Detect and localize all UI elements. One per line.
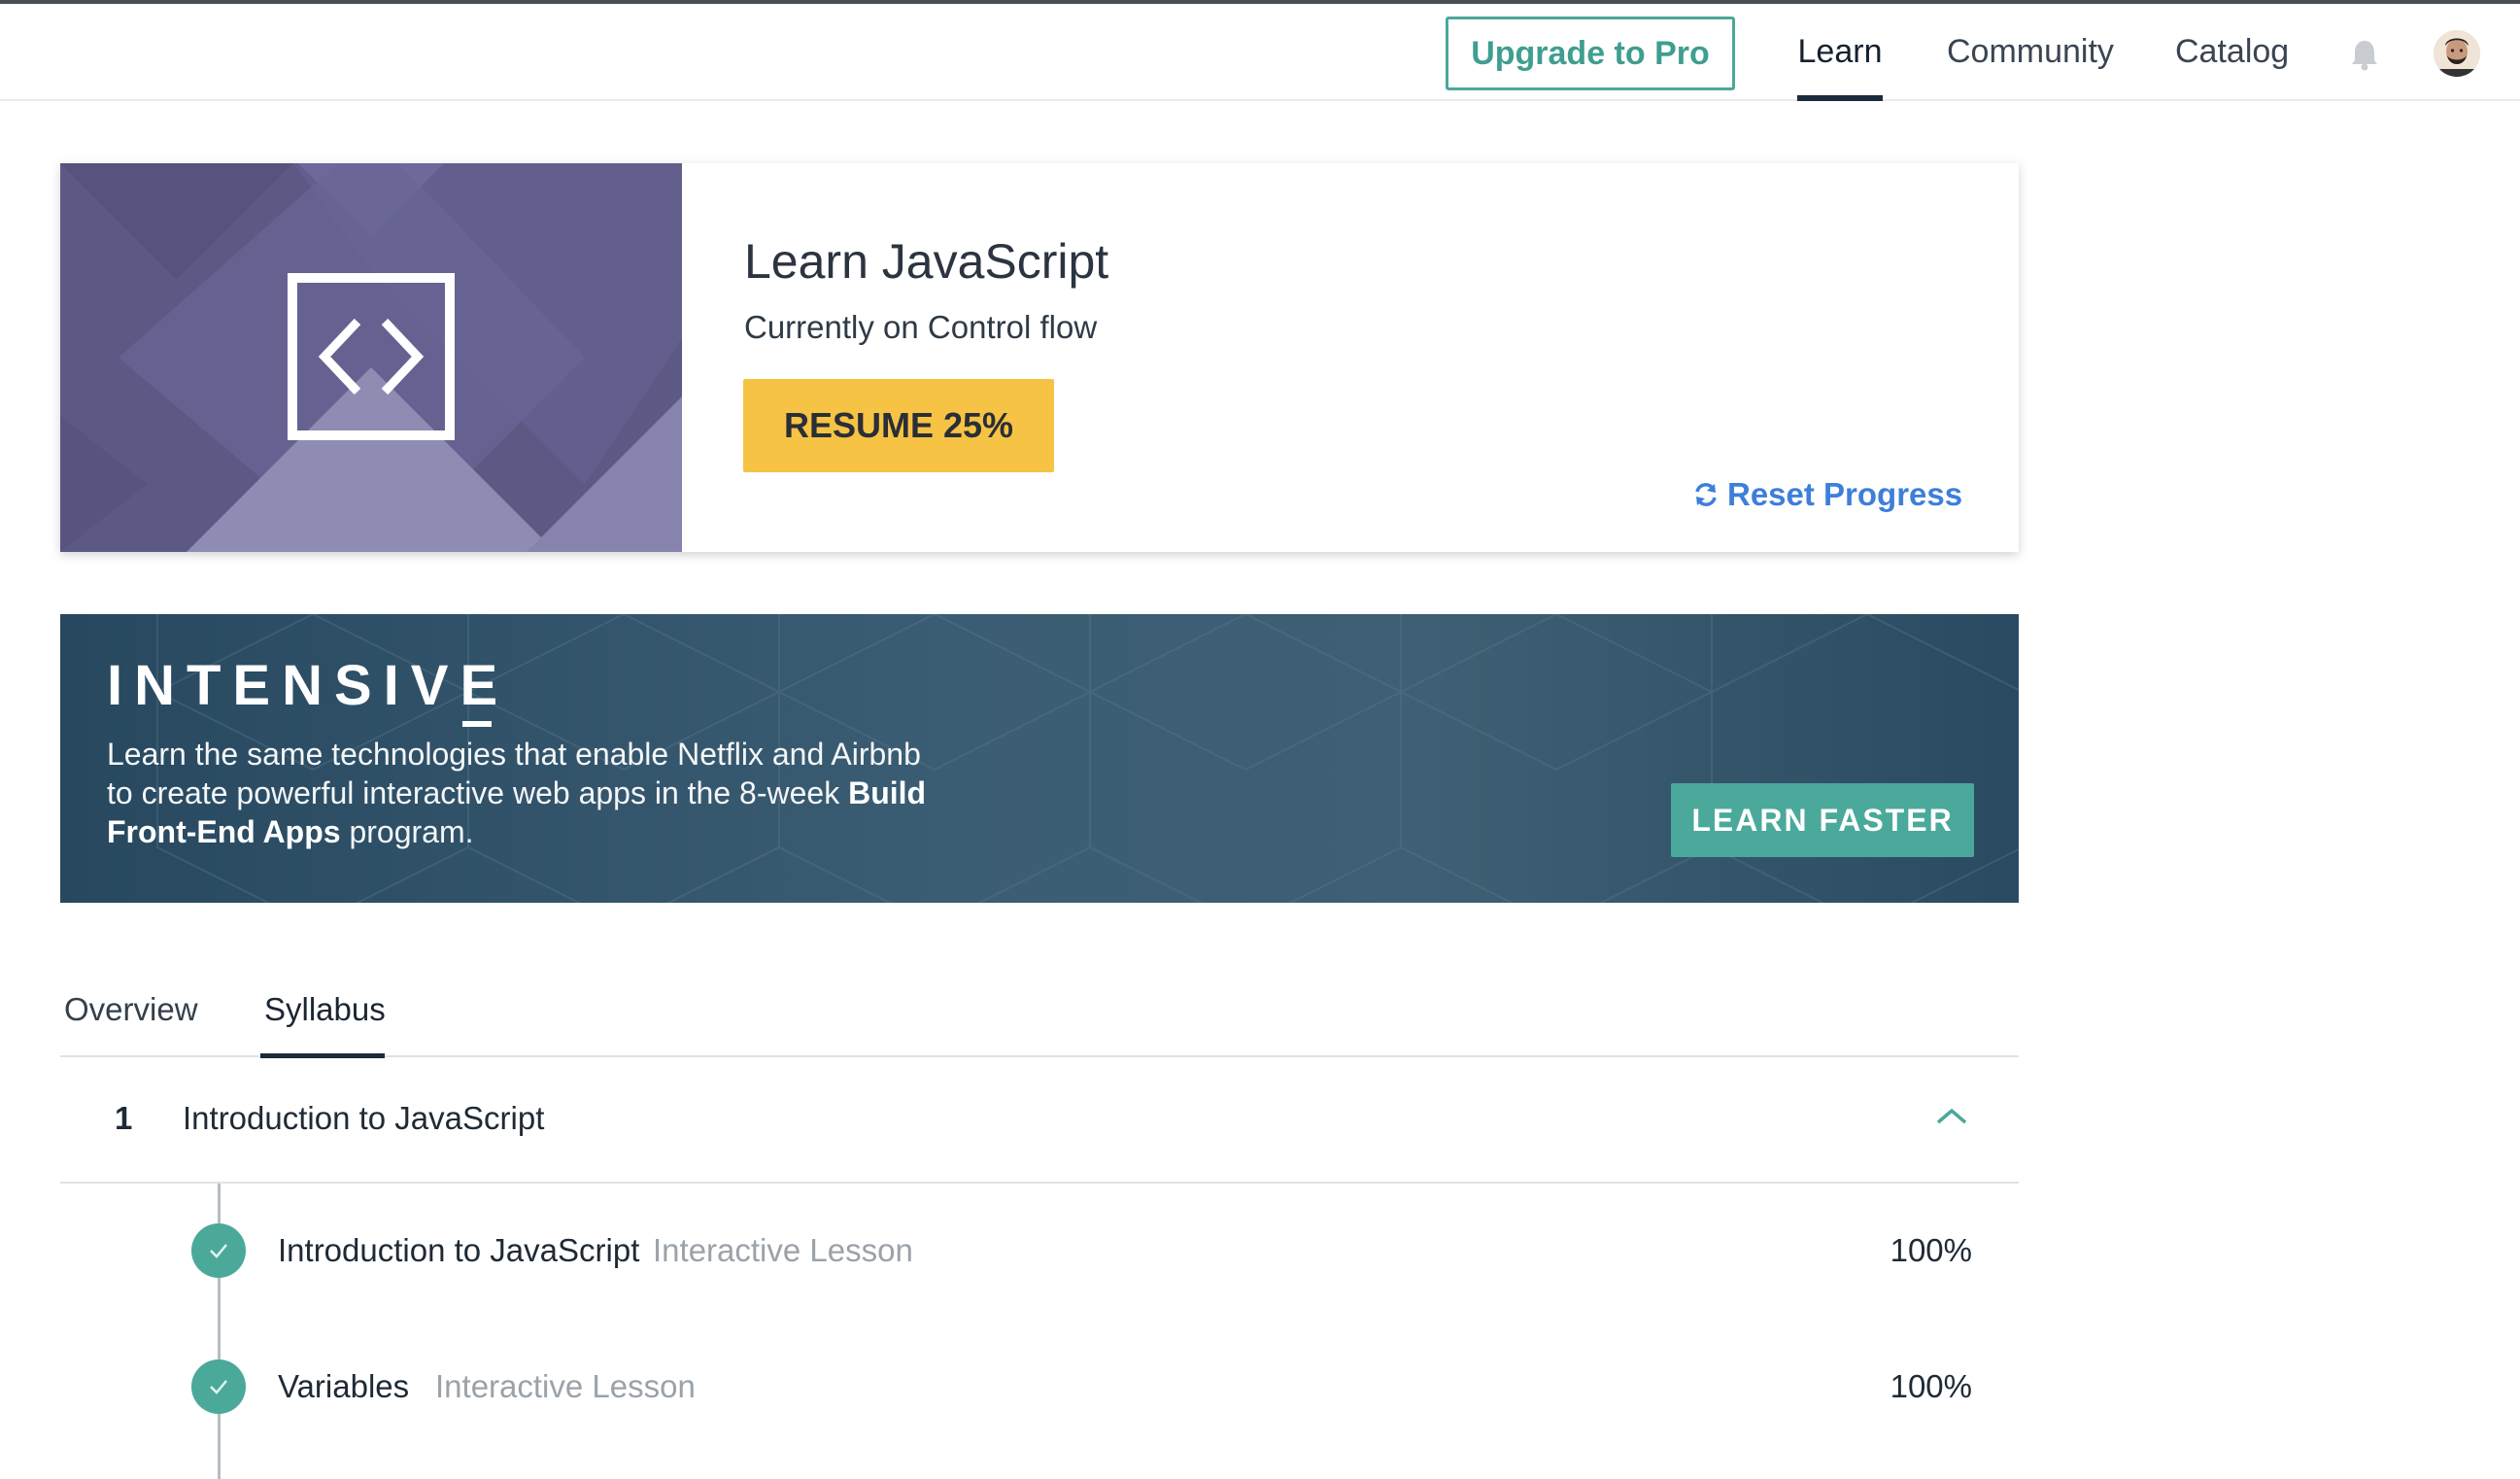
- course-art: [60, 163, 682, 552]
- course-tabs: Overview Syllabus: [60, 980, 2019, 1058]
- course-card: Learn JavaScript Currently on Control fl…: [60, 163, 2019, 552]
- module-title: Introduction to JavaScript: [183, 1100, 545, 1136]
- bell-icon[interactable]: [2349, 39, 2380, 72]
- lesson-type: Interactive Lesson: [435, 1368, 696, 1404]
- chevron-up-icon[interactable]: [1935, 1106, 1968, 1125]
- intensive-text-line-3: program.: [349, 814, 474, 849]
- intensive-logo: INTENSIVE: [107, 654, 510, 717]
- lesson-title[interactable]: Introduction to JavaScript: [278, 1232, 639, 1269]
- learn-faster-button[interactable]: LEARN FASTER: [1671, 783, 1974, 857]
- intensive-banner: INTENSIVE Learn the same technologies th…: [60, 614, 2019, 903]
- user-avatar-icon: [2434, 30, 2480, 77]
- lesson-title[interactable]: Variables: [278, 1368, 409, 1405]
- check-icon: [210, 1244, 227, 1258]
- intensive-logo-underline: [462, 721, 492, 727]
- module-number: 1: [115, 1100, 133, 1136]
- check-icon: [210, 1380, 227, 1394]
- lesson-type: Interactive Lesson: [653, 1232, 913, 1268]
- refresh-icon: [1695, 483, 1717, 506]
- tab-active-indicator: [260, 1053, 385, 1058]
- course-current-section: Currently on Control flow: [744, 309, 1098, 345]
- intensive-description: Learn the same technologies that enable …: [107, 735, 1001, 851]
- avatar[interactable]: [2434, 30, 2480, 77]
- tab-overview[interactable]: Overview: [64, 991, 198, 1028]
- reset-progress-label: Reset Progress: [1727, 476, 1963, 512]
- upgrade-to-pro-button[interactable]: Upgrade to Pro: [1446, 17, 1735, 90]
- top-nav-bar: Upgrade to Pro Learn Community Catalog: [0, 4, 2520, 101]
- intensive-text-line-1: Learn the same technologies that enable …: [107, 737, 921, 772]
- nav-community[interactable]: Community: [1947, 4, 2114, 99]
- tab-syllabus[interactable]: Syllabus: [264, 991, 386, 1028]
- reset-progress-link[interactable]: Reset Progress: [1692, 474, 1962, 515]
- resume-button[interactable]: RESUME 25%: [743, 379, 1054, 472]
- intensive-text-line-2: to create powerful interactive web apps …: [107, 775, 840, 810]
- lesson-complete-icon: [191, 1359, 246, 1414]
- lesson-percent: 100%: [1890, 1232, 1972, 1268]
- code-brackets-icon: [288, 273, 455, 440]
- lesson-row[interactable]: Variables Interactive Lesson 100%: [60, 1343, 2019, 1430]
- nav-learn[interactable]: Learn: [1798, 4, 1883, 99]
- course-title: Learn JavaScript: [744, 234, 1109, 289]
- lesson-row[interactable]: Introduction to JavaScript Interactive L…: [60, 1207, 2019, 1294]
- nav-catalog[interactable]: Catalog: [2175, 4, 2289, 99]
- lesson-percent: 100%: [1890, 1368, 1972, 1404]
- nav-active-indicator: [1797, 95, 1883, 101]
- module-header[interactable]: 1 Introduction to JavaScript: [60, 1059, 2019, 1184]
- lesson-complete-icon: [191, 1223, 246, 1278]
